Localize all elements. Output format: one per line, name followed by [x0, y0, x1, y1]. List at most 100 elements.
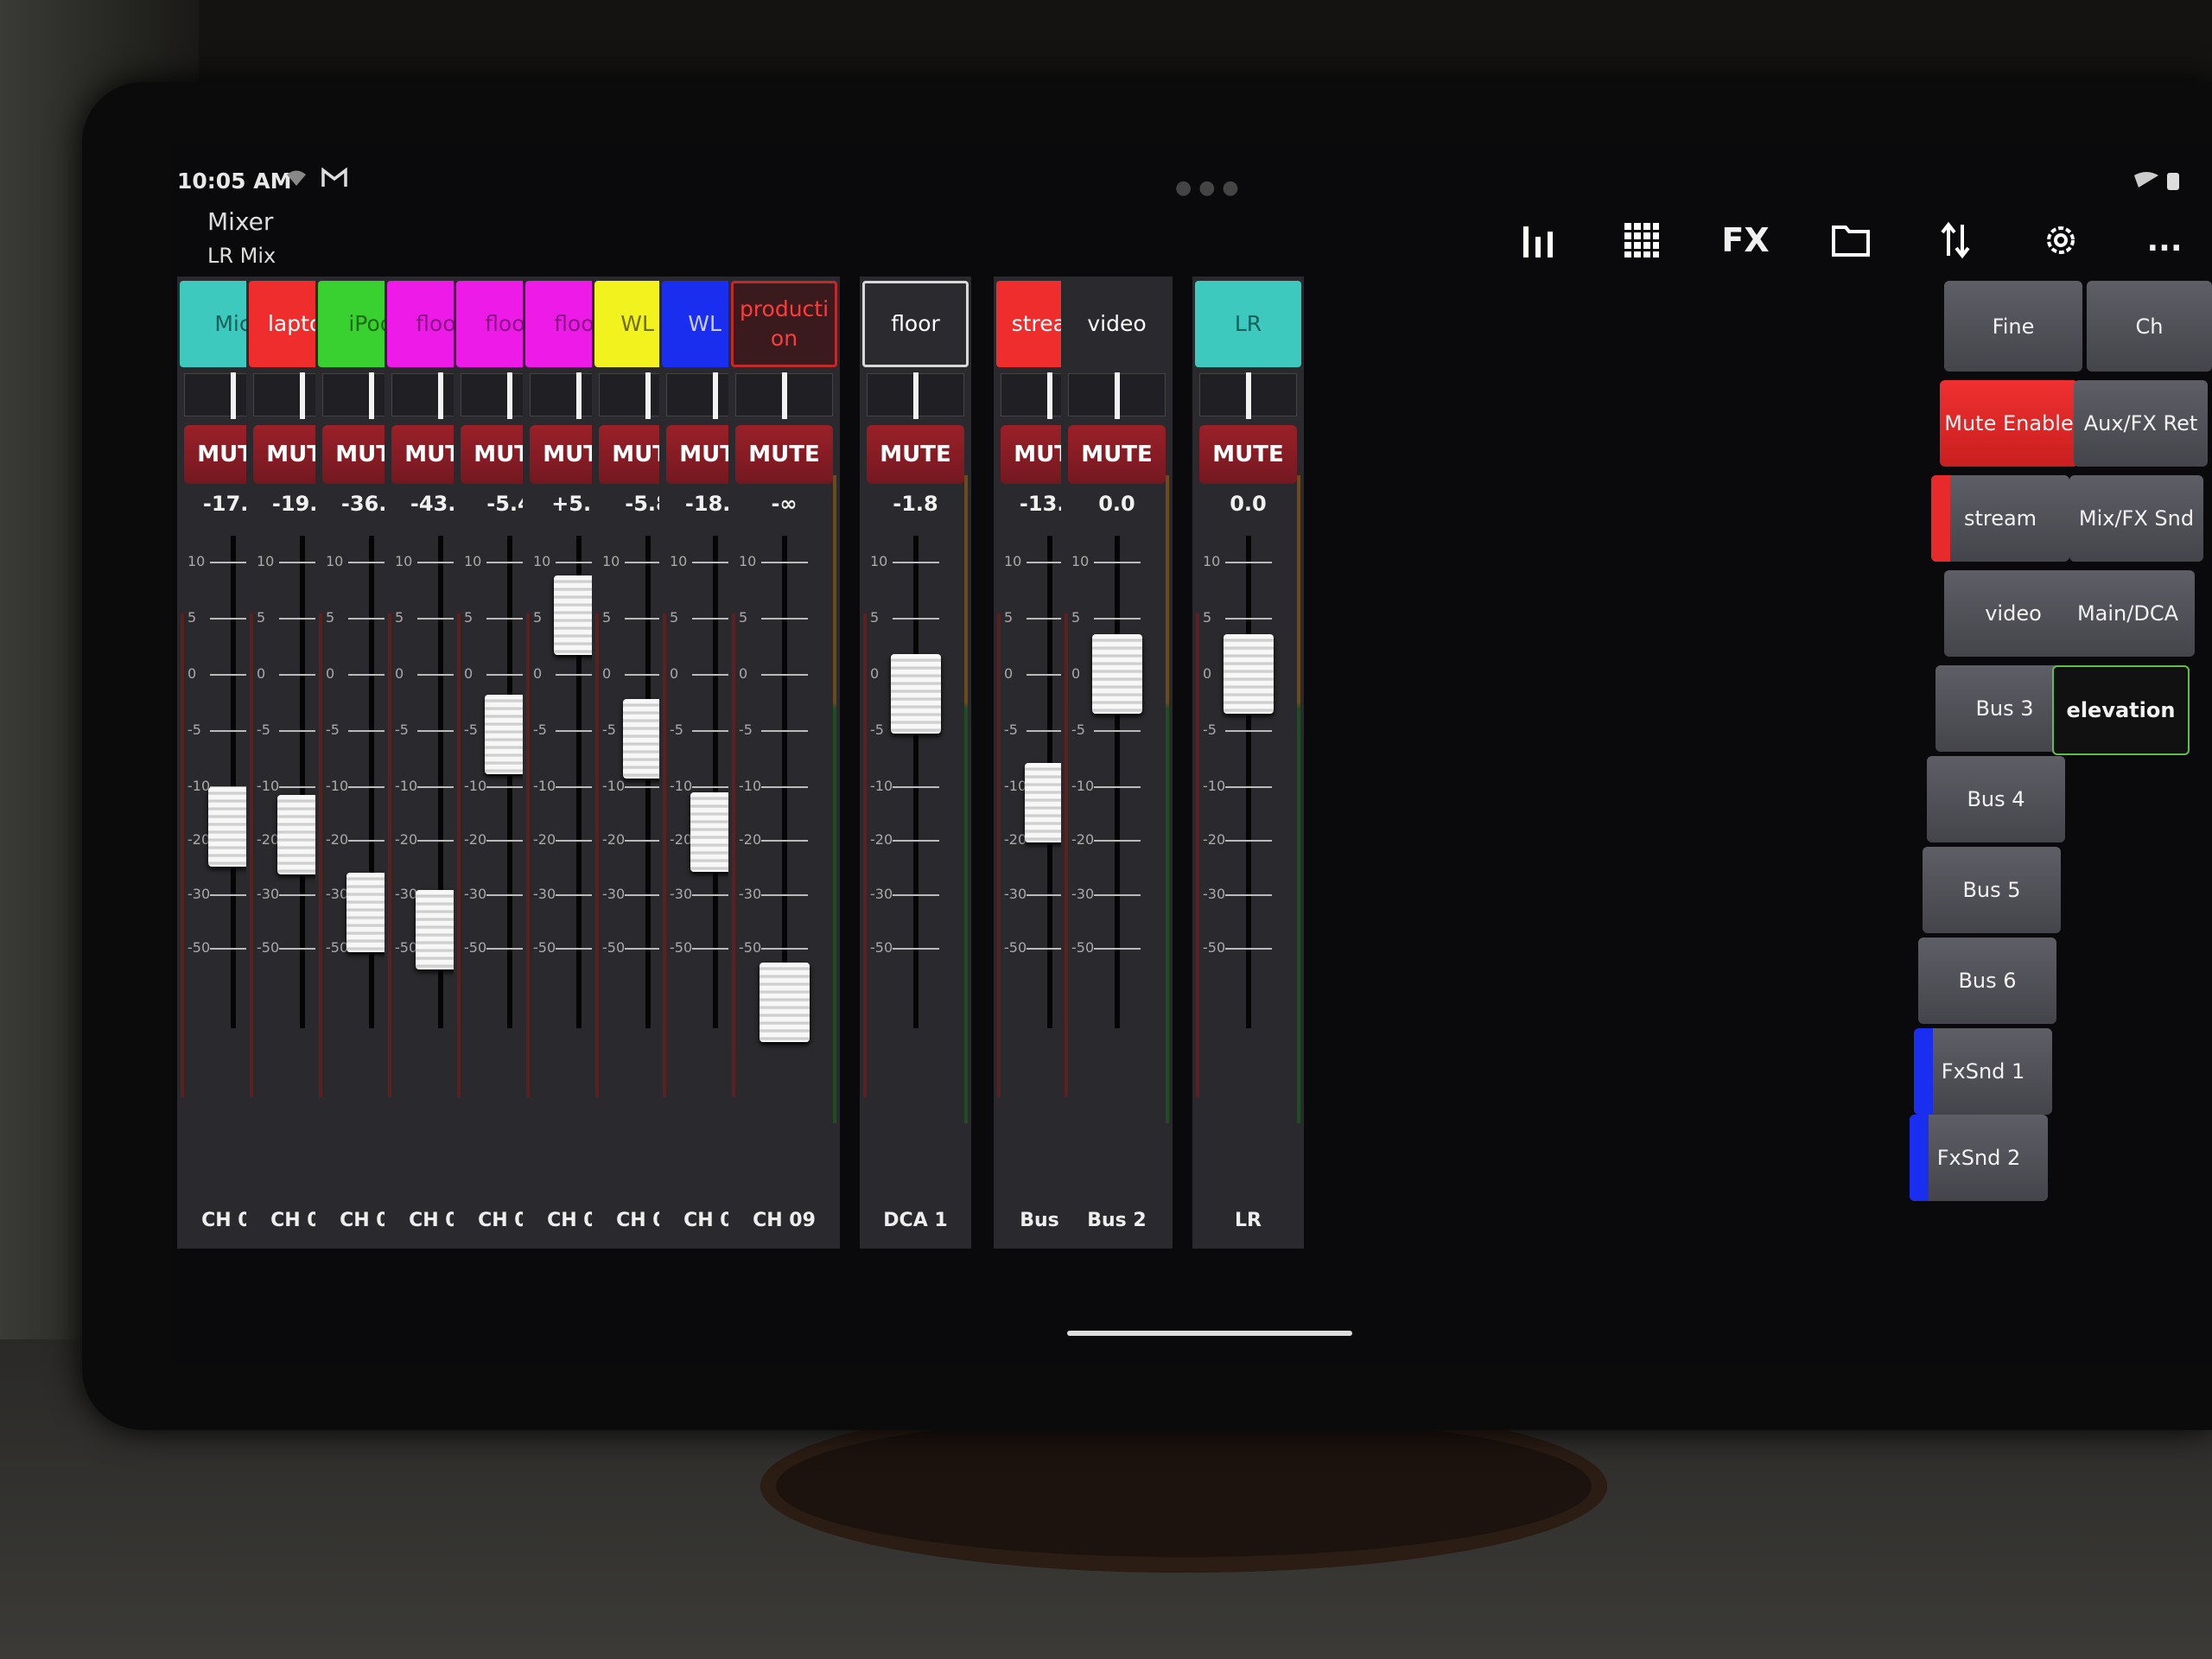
scale-label: -20 [326, 831, 349, 848]
scale-tick [1094, 894, 1141, 896]
gear-icon[interactable] [2031, 214, 2091, 266]
view-select-main-dca[interactable]: Main/DCA [2061, 570, 2195, 657]
fader-cap-ch09[interactable] [760, 963, 810, 1042]
scale-label: -50 [533, 939, 556, 956]
scale-label: -20 [1004, 831, 1027, 848]
meters-icon[interactable] [1508, 214, 1568, 266]
mute-button-bus2[interactable]: MUTE [1068, 425, 1166, 484]
fader-bus2[interactable]: 10 5 0 -5 -10 -20 -30 -50 [1061, 536, 1173, 1106]
scale-label: -30 [870, 886, 893, 902]
level-readout-ch09: -∞ [771, 492, 798, 516]
pan-knob[interactable] [368, 372, 374, 419]
bus-select-mute-enable[interactable]: Mute Enable [1940, 380, 2078, 467]
mute-button-lr[interactable]: MUTE [1199, 425, 1297, 484]
ch-button[interactable]: Ch [2087, 281, 2212, 372]
pan-control-bus2[interactable] [1068, 372, 1166, 419]
level-readout-dca1: -1.8 [893, 492, 938, 516]
scale-label: -30 [1071, 886, 1095, 902]
scale-label: -10 [1203, 778, 1226, 794]
fader-track [369, 536, 374, 1028]
more-icon[interactable]: ... [2134, 214, 2195, 266]
channel-name-lr[interactable]: LR [1195, 281, 1301, 367]
pan-knob[interactable] [781, 372, 787, 419]
fader-track [300, 536, 305, 1028]
bus-select-fxsnd2[interactable]: FxSnd 2 [1910, 1115, 2048, 1201]
scale-label: -5 [739, 721, 753, 738]
scale-label: -30 [188, 886, 211, 902]
scale-tick [1225, 730, 1272, 732]
pan-control-lr[interactable] [1199, 372, 1297, 419]
scale-label: -10 [326, 778, 349, 794]
bus-select-bus4[interactable]: Bus 4 [1927, 756, 2065, 842]
scale-label: 10 [326, 553, 344, 569]
pan-knob[interactable] [575, 372, 582, 419]
scale-label: -50 [1203, 939, 1226, 956]
bus-select-bus5-label: Bus 5 [1962, 878, 2021, 902]
pan-knob[interactable] [1245, 372, 1251, 419]
channel-name-ch09[interactable]: production [731, 281, 837, 367]
pan-knob[interactable] [712, 372, 718, 419]
pan-knob[interactable] [645, 372, 651, 419]
multitask-dots-icon[interactable]: ●●● [1175, 177, 1246, 199]
color-bar [1931, 475, 1950, 562]
fader-cap-dca1[interactable] [891, 654, 941, 734]
pan-control-ch09[interactable] [735, 372, 833, 419]
pan-knob[interactable] [1114, 372, 1120, 419]
fader-track [1115, 536, 1120, 1028]
mixer-area: Mic MUTE -17.5 10 5 0 -5 -10 -20 -30 -50 CH 01 lapto… [173, 276, 2212, 1365]
fader-cap-lr[interactable] [1224, 634, 1274, 714]
pan-knob[interactable] [437, 372, 443, 419]
view-select-aux-fx-ret-label: Aux/FX Ret [2083, 411, 2198, 435]
channel-name-bus2[interactable]: video [1064, 281, 1170, 367]
scale-tick [893, 786, 939, 788]
pan-knob[interactable] [299, 372, 305, 419]
scale-label: 0 [395, 665, 404, 682]
grid-icon[interactable] [1611, 214, 1672, 266]
scale-label: 0 [870, 665, 880, 682]
scale-label: -20 [395, 831, 418, 848]
folder-icon[interactable] [1821, 214, 1881, 266]
pan-knob[interactable] [506, 372, 512, 419]
scale-label: 10 [739, 553, 757, 569]
bus-select-bus5[interactable]: Bus 5 [1923, 847, 2061, 933]
fader-lr[interactable]: 10 5 0 -5 -10 -20 -30 -50 [1192, 536, 1304, 1106]
scale-label: -20 [1203, 831, 1226, 848]
scale-label: -10 [870, 778, 893, 794]
view-select-elevation-label: elevation [2066, 698, 2176, 722]
fader-cap-bus2[interactable] [1092, 634, 1142, 714]
bus-select-bus6[interactable]: Bus 6 [1918, 938, 2056, 1024]
fx-button[interactable]: FX [1715, 214, 1776, 266]
scale-label: -10 [395, 778, 418, 794]
view-select-mix-fx-snd[interactable]: Mix/FX Snd [2069, 475, 2203, 562]
fader-ch09[interactable]: 10 5 0 -5 -10 -20 -30 -50 [728, 536, 840, 1106]
scale-label: 10 [464, 553, 482, 569]
pan-knob[interactable] [1046, 372, 1052, 419]
scale-tick [1225, 562, 1272, 563]
mute-button-ch09[interactable]: MUTE [735, 425, 833, 484]
bus-select-fxsnd1-label: FxSnd 1 [1941, 1059, 2025, 1084]
scale-label: 10 [395, 553, 413, 569]
pan-knob[interactable] [912, 372, 918, 419]
bus-select-stream[interactable]: stream [1931, 475, 2069, 562]
channel-name-dca1[interactable]: floor [862, 281, 969, 367]
view-select-elevation[interactable]: elevation [2052, 665, 2190, 755]
scale-label: -10 [188, 778, 211, 794]
scale-label: -5 [1004, 721, 1018, 738]
scale-label: -30 [326, 886, 349, 902]
scale-label: -10 [533, 778, 556, 794]
swap-icon[interactable] [1925, 214, 1986, 266]
fader-dca1[interactable]: 10 5 0 -5 -10 -20 -30 -50 [860, 536, 971, 1106]
scale-label: 5 [602, 609, 612, 626]
scale-label: 0 [1203, 665, 1212, 682]
bus-select-fxsnd1[interactable]: FxSnd 1 [1914, 1028, 2052, 1115]
scale-label: -30 [1203, 886, 1226, 902]
mute-button-dca1[interactable]: MUTE [867, 425, 964, 484]
strip-label-ch09: CH 09 [753, 1210, 816, 1231]
pan-control-dca1[interactable] [867, 372, 964, 419]
pan-knob[interactable] [230, 372, 236, 419]
fine-button[interactable]: Fine [1944, 281, 2082, 372]
bus-select-bus4-label: Bus 4 [1967, 787, 2025, 811]
home-indicator[interactable] [1067, 1331, 1352, 1336]
fader-track [645, 536, 651, 1028]
view-select-aux-fx-ret[interactable]: Aux/FX Ret [2074, 380, 2208, 467]
